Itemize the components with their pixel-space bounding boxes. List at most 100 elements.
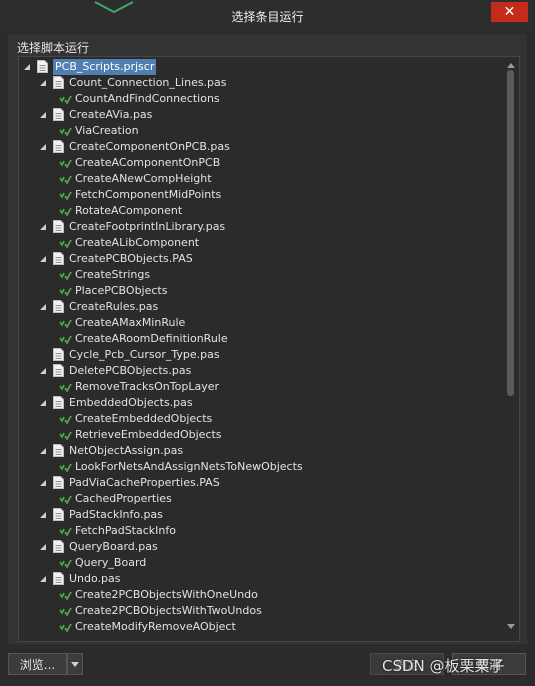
tree-item-procedure[interactable]: CreateANewCompHeight	[19, 171, 507, 187]
tree-item-file[interactable]: PadStackInfo.pas	[19, 507, 507, 523]
tree-item-procedure[interactable]: PlacePCBObjects	[19, 283, 507, 299]
expand-toggle-icon[interactable]	[39, 367, 47, 375]
expand-toggle-icon[interactable]	[23, 63, 31, 71]
tree-item-label: CreateAMaxMinRule	[75, 316, 186, 329]
browse-button[interactable]: 浏览...	[8, 653, 67, 675]
tree-item-label: Count_Connection_Lines.pas	[69, 76, 227, 89]
expand-toggle-icon[interactable]	[39, 543, 47, 551]
tree-item-procedure[interactable]: CreateStrings	[19, 267, 507, 283]
expand-toggle-icon[interactable]	[39, 399, 47, 407]
browse-dropdown[interactable]	[67, 653, 83, 675]
tree-item-procedure[interactable]: LookForNetsAndAssignNetsToNewObjects	[19, 459, 507, 475]
expand-toggle-icon[interactable]	[39, 511, 47, 519]
tree-item-procedure[interactable]: CachedProperties	[19, 491, 507, 507]
tree-item-procedure[interactable]: CountAndFindConnections	[19, 91, 507, 107]
tree-item-procedure[interactable]: RemoveTracksOnTopLayer	[19, 379, 507, 395]
tree-item-file[interactable]: Cycle_Pcb_Cursor_Type.pas	[19, 347, 507, 363]
tree-item-file[interactable]: CreateAVia.pas	[19, 107, 507, 123]
run-script-icon	[59, 527, 72, 536]
tree-item-file[interactable]: PadViaCacheProperties.PAS	[19, 475, 507, 491]
tree-item-procedure[interactable]: CreateALibComponent	[19, 235, 507, 251]
expand-toggle-icon[interactable]	[39, 479, 47, 487]
tree-item-label: CountAndFindConnections	[75, 92, 220, 105]
tree-item-label: Query_Board	[75, 556, 147, 569]
expand-toggle-icon[interactable]	[39, 303, 47, 311]
tree-item-label: CreateAComponentOnPCB	[75, 156, 221, 169]
expand-toggle-icon[interactable]	[39, 575, 47, 583]
tree-item-procedure[interactable]: Create2PCBObjectsWithTwoUndos	[19, 603, 507, 619]
vertical-scrollbar[interactable]	[506, 60, 516, 640]
script-file-icon	[53, 76, 64, 89]
run-script-icon	[59, 415, 72, 424]
tree-item-procedure[interactable]: CreateAMaxMinRule	[19, 315, 507, 331]
tree-item-procedure[interactable]: RotateAComponent	[19, 203, 507, 219]
run-script-icon	[59, 319, 72, 328]
tree-item-file[interactable]: Undo.pas	[19, 571, 507, 587]
expand-toggle-icon[interactable]	[39, 223, 47, 231]
watermark: CSDN @板栗栗子	[382, 657, 505, 675]
tree-item-procedure[interactable]: FetchComponentMidPoints	[19, 187, 507, 203]
run-script-icon	[59, 271, 72, 280]
tree-item-label: Undo.pas	[69, 572, 121, 585]
scroll-thumb[interactable]	[507, 70, 514, 396]
tree-item-label: Create2PCBObjectsWithTwoUndos	[75, 604, 262, 617]
tree-item-label: CreateStrings	[75, 268, 151, 281]
script-tree[interactable]: PCB_Scripts.prjscr Count_Connection_Lines…	[18, 56, 520, 642]
tree-item-label: EmbeddedObjects.pas	[69, 396, 193, 409]
scroll-up-icon[interactable]	[507, 62, 515, 68]
tree-item-procedure[interactable]: CreateEmbeddedObjects	[19, 411, 507, 427]
tree-item-project[interactable]: PCB_Scripts.prjscr	[19, 59, 507, 75]
dialog-title: 选择条目运行	[231, 10, 304, 24]
expand-toggle-icon[interactable]	[39, 111, 47, 119]
tree-item-label: FetchPadStackInfo	[75, 524, 176, 537]
tree-item-label: PlacePCBObjects	[75, 284, 168, 297]
project-file-icon	[37, 60, 48, 73]
run-script-icon	[59, 463, 72, 472]
tree-item-label: RetrieveEmbeddedObjects	[75, 428, 222, 441]
tree-item-procedure[interactable]: RetrieveEmbeddedObjects	[19, 427, 507, 443]
run-script-icon	[59, 431, 72, 440]
tree-item-procedure[interactable]: Query_Board	[19, 555, 507, 571]
scroll-down-icon[interactable]	[507, 624, 515, 630]
tree-item-label: CreateALibComponent	[75, 236, 200, 249]
close-button[interactable]: ✕	[491, 2, 528, 22]
tree-item-label: CreateRules.pas	[69, 300, 159, 313]
expand-toggle-icon[interactable]	[39, 143, 47, 151]
tree-item-file[interactable]: QueryBoard.pas	[19, 539, 507, 555]
expand-toggle-icon[interactable]	[39, 447, 47, 455]
script-file-icon	[53, 364, 64, 377]
tree-item-file[interactable]: DeletePCBObjects.pas	[19, 363, 507, 379]
tree-item-procedure[interactable]: ViaCreation	[19, 123, 507, 139]
title-bar: 选择条目运行 ✕	[0, 0, 535, 30]
section-label: 选择脚本运行	[17, 41, 90, 55]
tree-item-label: Create2PCBObjectsWithOneUndo	[75, 588, 258, 601]
tree-item-file[interactable]: CreatePCBObjects.PAS	[19, 251, 507, 267]
tree-item-procedure[interactable]: CreateAComponentOnPCB	[19, 155, 507, 171]
tree-item-label: RotateAComponent	[75, 204, 183, 217]
tree-item-label: CreateModifyRemoveAObject	[75, 620, 236, 633]
run-script-icon	[59, 95, 72, 104]
tree-item-label: CreateARoomDefinitionRule	[75, 332, 228, 345]
script-file-icon	[53, 300, 64, 313]
script-file-icon	[53, 396, 64, 409]
expand-toggle-icon[interactable]	[39, 255, 47, 263]
tree-item-label: PCB_Scripts.prjscr	[53, 59, 157, 75]
tree-item-file[interactable]: CreateFootprintInLibrary.pas	[19, 219, 507, 235]
run-script-icon	[59, 591, 72, 600]
script-file-icon	[53, 140, 64, 153]
run-script-icon	[59, 623, 72, 632]
tree-item-file[interactable]: NetObjectAssign.pas	[19, 443, 507, 459]
script-file-icon	[53, 444, 64, 457]
tree-item-file[interactable]: CreateRules.pas	[19, 299, 507, 315]
tree-item-file[interactable]: EmbeddedObjects.pas	[19, 395, 507, 411]
tree-item-procedure[interactable]: CreateARoomDefinitionRule	[19, 331, 507, 347]
expand-toggle-icon[interactable]	[39, 79, 47, 87]
tree-item-file[interactable]: CreateComponentOnPCB.pas	[19, 139, 507, 155]
script-file-icon	[53, 476, 64, 489]
tree-item-file[interactable]: Count_Connection_Lines.pas	[19, 75, 507, 91]
tree-item-procedure[interactable]: CreateModifyRemoveAObject	[19, 619, 507, 635]
tree-item-procedure[interactable]: Create2PCBObjectsWithOneUndo	[19, 587, 507, 603]
tree-item-procedure[interactable]: FetchPadStackInfo	[19, 523, 507, 539]
script-file-icon	[53, 572, 64, 585]
script-panel: 选择脚本运行 PCB_Scripts.prjscr Count_Connectio…	[8, 34, 527, 644]
